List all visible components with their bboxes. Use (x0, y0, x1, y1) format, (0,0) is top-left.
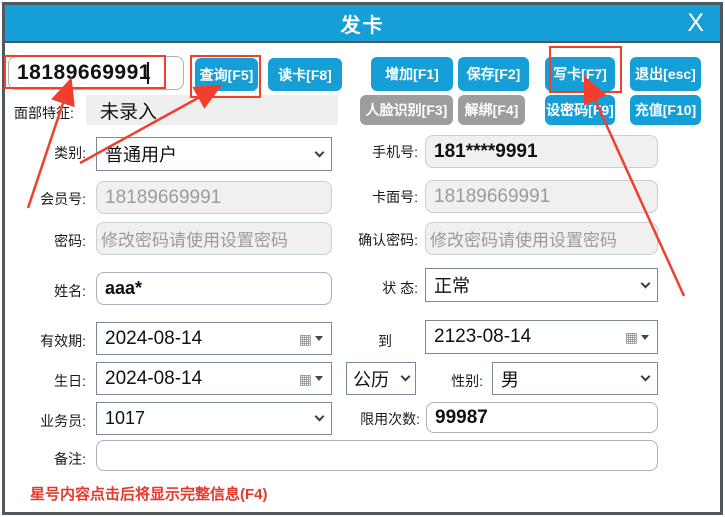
category-select[interactable]: 普通用户 (96, 137, 332, 171)
birthday-value: 2024-08-14 (105, 367, 203, 389)
asterisk-hint-note: 星号内容点击后将显示完整信息(F4) (30, 486, 268, 503)
password-input (96, 222, 332, 255)
status-label: 状 态: (382, 280, 418, 296)
usage-limit-input[interactable] (426, 402, 658, 433)
write-card-button[interactable]: 写卡[F7] (545, 57, 615, 91)
member-no-input (96, 181, 332, 214)
calendar-icon: ▦ (298, 330, 312, 347)
calendar-type-value: 公历 (353, 369, 389, 390)
calendar-type-select[interactable]: 公历 (346, 362, 416, 395)
face-recognition-button[interactable]: 人脸识别[F3] (360, 95, 453, 125)
confirm-password-input (425, 222, 658, 255)
title-bar: 发卡 X (5, 5, 720, 43)
valid-from-datepicker[interactable]: 2024-08-14 ▦ (96, 322, 332, 355)
chevron-down-icon (640, 371, 651, 382)
card-face-no-label: 卡面号: (372, 189, 418, 205)
save-button[interactable]: 保存[F2] (458, 57, 529, 91)
valid-from-value: 2024-08-14 (105, 327, 203, 349)
birthday-label: 生日: (54, 373, 86, 389)
card-number-input[interactable] (8, 56, 184, 90)
confirm-password-label: 确认密码: (358, 232, 418, 248)
remark-label: 备注: (54, 451, 86, 467)
category-label: 类别: (54, 145, 86, 161)
chevron-down-icon (640, 278, 651, 288)
set-password-button[interactable]: 设密码[F9] (545, 95, 615, 125)
dropdown-arrow-icon (315, 376, 323, 381)
dropdown-arrow-icon (315, 336, 323, 341)
close-button[interactable]: X (687, 9, 704, 38)
add-button[interactable]: 增加[F1] (371, 57, 453, 91)
calendar-icon: ▦ (298, 370, 312, 387)
unbind-button[interactable]: 解绑[F4] (458, 95, 525, 125)
password-label: 密码: (54, 233, 86, 249)
salesman-select[interactable]: 1017 (96, 402, 332, 435)
chevron-down-icon (314, 411, 325, 422)
valid-to-datepicker[interactable]: 2123-08-14 ▦ (425, 320, 658, 354)
salesman-value: 1017 (105, 408, 146, 428)
chevron-down-icon (314, 147, 325, 157)
phone-input (425, 135, 658, 168)
dialog-title: 发卡 (340, 14, 385, 37)
read-card-button[interactable]: 读卡[F8] (268, 58, 342, 91)
face-feature-label: 面部特征: (14, 105, 74, 121)
face-feature-value: 未录入 (100, 101, 158, 123)
remark-input[interactable] (96, 440, 658, 471)
member-no-label: 会员号: (40, 191, 86, 207)
text-caret (147, 62, 149, 84)
chevron-down-icon (400, 371, 411, 382)
exit-button[interactable]: 退出[esc] (630, 57, 701, 91)
gender-select[interactable]: 男 (492, 362, 658, 395)
recharge-button[interactable]: 充值[F10] (630, 95, 701, 125)
usage-limit-label: 限用次数: (360, 411, 420, 427)
gender-value: 男 (501, 369, 519, 390)
dropdown-arrow-icon (641, 334, 649, 340)
phone-label: 手机号: (372, 144, 418, 160)
valid-from-label: 有效期: (40, 333, 86, 349)
status-select[interactable]: 正常 (425, 268, 658, 302)
name-label: 姓名: (54, 283, 86, 299)
category-value: 普通用户 (105, 145, 177, 165)
query-button[interactable]: 查询[F5] (195, 58, 258, 91)
gender-label: 性别: (451, 373, 483, 389)
name-input[interactable] (96, 272, 332, 305)
face-feature-strip: 未录入 (86, 95, 338, 125)
salesman-label: 业务员: (40, 413, 86, 429)
card-face-no-input (425, 180, 658, 213)
valid-to-value: 2123-08-14 (434, 326, 532, 347)
birthday-datepicker[interactable]: 2024-08-14 ▦ (96, 362, 332, 395)
calendar-icon: ▦ (624, 329, 638, 345)
status-value: 正常 (434, 276, 470, 296)
issue-card-dialog: 发卡 X 查询[F5] 读卡[F8] 增加[F1] 保存[F2] 写卡[F7] … (0, 0, 725, 517)
valid-to-label: 到 (378, 333, 392, 349)
